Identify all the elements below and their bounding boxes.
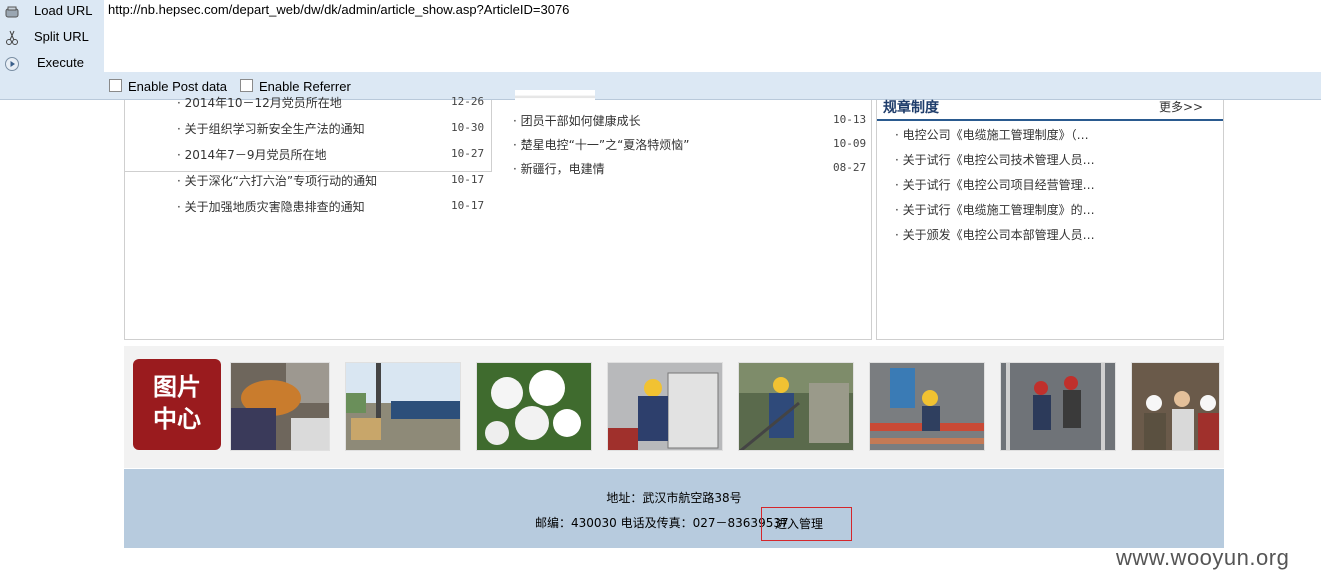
rules-item[interactable]: · 关于试行《电控公司技术管理人员… xyxy=(895,151,1095,168)
photo-image xyxy=(1132,363,1219,450)
news-title[interactable]: 团员干部如何健康成长 xyxy=(521,114,641,128)
admin-highlight-box: 进入管理 xyxy=(761,507,852,541)
news-title[interactable]: 2014年10－12月党员所在地 xyxy=(185,96,342,110)
enable-post-checkbox[interactable] xyxy=(109,79,122,92)
news-item[interactable]: · 楚星电控“十一”之“夏洛特烦恼” xyxy=(513,136,690,153)
photo-image xyxy=(231,363,329,450)
photo-image xyxy=(608,363,722,450)
gallery-photo[interactable] xyxy=(476,362,592,451)
url-textarea[interactable]: http://nb.hepsec.com/depart_web/dw/dk/ad… xyxy=(104,0,1321,72)
photo-image xyxy=(346,363,460,450)
rules-item[interactable]: · 关于试行《电缆施工管理制度》的… xyxy=(895,201,1095,218)
gallery-badge-line2: 中心 xyxy=(153,405,201,433)
news-title[interactable]: 关于深化“六打六治”专项行动的通知 xyxy=(185,174,377,188)
news-date: 08-27 xyxy=(833,161,867,174)
news-item[interactable]: · 新疆行，电建情 xyxy=(513,160,605,177)
play-icon xyxy=(5,57,19,71)
site-footer: 地址：武汉市航空路38号 邮编：430030 电话及传真：027－8363953… xyxy=(124,469,1224,548)
news-date: 10-17 xyxy=(451,199,485,212)
news-title[interactable]: 关于组织学习新安全生产法的通知 xyxy=(185,122,365,136)
news-title[interactable]: 新疆行，电建情 xyxy=(521,162,605,176)
watermark: www.wooyun.org xyxy=(1116,545,1290,570)
rules-item-title[interactable]: 关于试行《电控公司技术管理人员… xyxy=(903,153,1095,167)
url-text: http://nb.hepsec.com/depart_web/dw/dk/ad… xyxy=(108,2,570,17)
photo-image xyxy=(477,363,591,450)
rules-item-title[interactable]: 关于颁发《电控公司本部管理人员… xyxy=(903,228,1095,242)
enable-referrer-checkbox[interactable] xyxy=(240,79,253,92)
photo-image xyxy=(739,363,853,450)
rules-item[interactable]: · 关于颁发《电控公司本部管理人员… xyxy=(895,226,1095,243)
news-title[interactable]: 关于加强地质灾害隐患排查的通知 xyxy=(185,200,365,214)
gallery-photo[interactable] xyxy=(607,362,723,451)
news-item[interactable]: · 2014年10－12月党员所在地 xyxy=(177,94,342,111)
footer-address: 地址：武汉市航空路38号 xyxy=(606,491,742,505)
gallery-badge-line1: 图片 xyxy=(153,373,201,401)
rules-divider xyxy=(877,119,1223,121)
news-title[interactable]: 楚星电控“十一”之“夏洛特烦恼” xyxy=(521,138,690,152)
gallery-photo[interactable] xyxy=(1131,362,1220,451)
news-date: 10-30 xyxy=(451,121,485,134)
gallery-photo[interactable] xyxy=(869,362,985,451)
rules-item[interactable]: · 关于试行《电控公司项目经营管理… xyxy=(895,176,1095,193)
gallery-photo[interactable] xyxy=(1000,362,1116,451)
news-item[interactable]: · 关于加强地质灾害隐患排查的通知 xyxy=(177,198,365,215)
news-item[interactable]: · 2014年7－9月党员所在地 xyxy=(177,146,326,163)
gallery-photo[interactable] xyxy=(738,362,854,451)
gallery-badge[interactable]: 图片 中心 xyxy=(133,359,221,450)
photo-gallery: 图片 中心 xyxy=(124,346,1224,468)
load-url-label: Load URL xyxy=(34,3,93,18)
news-date: 10-13 xyxy=(833,113,867,126)
news-date: 10-17 xyxy=(451,173,485,186)
load-url-button[interactable]: Load URL xyxy=(0,0,104,24)
scissors-icon xyxy=(6,30,18,45)
rules-title: 规章制度 xyxy=(883,100,939,116)
hackbar-side-menu: Load URL Split URL Execute xyxy=(0,0,104,72)
news-item[interactable]: · 关于深化“六打六治”专项行动的通知 xyxy=(177,172,377,189)
rules-item[interactable]: · 电控公司《电缆施工管理制度》（… xyxy=(895,126,1089,143)
enable-post-label: Enable Post data xyxy=(128,79,228,94)
clipped-news-item xyxy=(515,90,595,102)
photo-image xyxy=(1001,363,1115,450)
load-url-icon xyxy=(5,6,19,18)
news-date: 10-09 xyxy=(833,137,867,150)
rules-panel: 规章制度 更多>> · 电控公司《电缆施工管理制度》（… · 关于试行《电控公司… xyxy=(876,100,1224,340)
news-date: 12-26 xyxy=(451,95,485,108)
gallery-photo[interactable] xyxy=(230,362,330,451)
rules-item-title[interactable]: 电控公司《电缆施工管理制度》（… xyxy=(903,128,1089,142)
execute-label: Execute xyxy=(37,55,84,70)
rules-item-title[interactable]: 关于试行《电缆施工管理制度》的… xyxy=(903,203,1095,217)
news-date: 10-27 xyxy=(451,147,485,160)
admin-link[interactable]: 进入管理 xyxy=(775,515,823,532)
news-item[interactable]: · 团员干部如何健康成长 xyxy=(513,112,641,129)
footer-contact: 邮编：430030 电话及传真：027－83639537 xyxy=(535,516,789,530)
split-url-label: Split URL xyxy=(34,29,89,44)
rules-item-title[interactable]: 关于试行《电控公司项目经营管理… xyxy=(903,178,1095,192)
news-title[interactable]: 2014年7－9月党员所在地 xyxy=(185,148,327,162)
news-item[interactable]: · 关于组织学习新安全生产法的通知 xyxy=(177,120,365,137)
photo-image xyxy=(870,363,984,450)
enable-referrer-label: Enable Referrer xyxy=(259,79,351,94)
news-panel: · 2014年10－12月党员所在地 12-26 · 关于组织学习新安全生产法的… xyxy=(124,90,872,340)
hackbar-toolbar: Load URL Split URL Execute http://nb.hep… xyxy=(0,0,1321,100)
split-url-button[interactable]: Split URL xyxy=(0,26,104,50)
rules-more-link[interactable]: 更多>> xyxy=(1159,98,1203,115)
gallery-photo[interactable] xyxy=(345,362,461,451)
